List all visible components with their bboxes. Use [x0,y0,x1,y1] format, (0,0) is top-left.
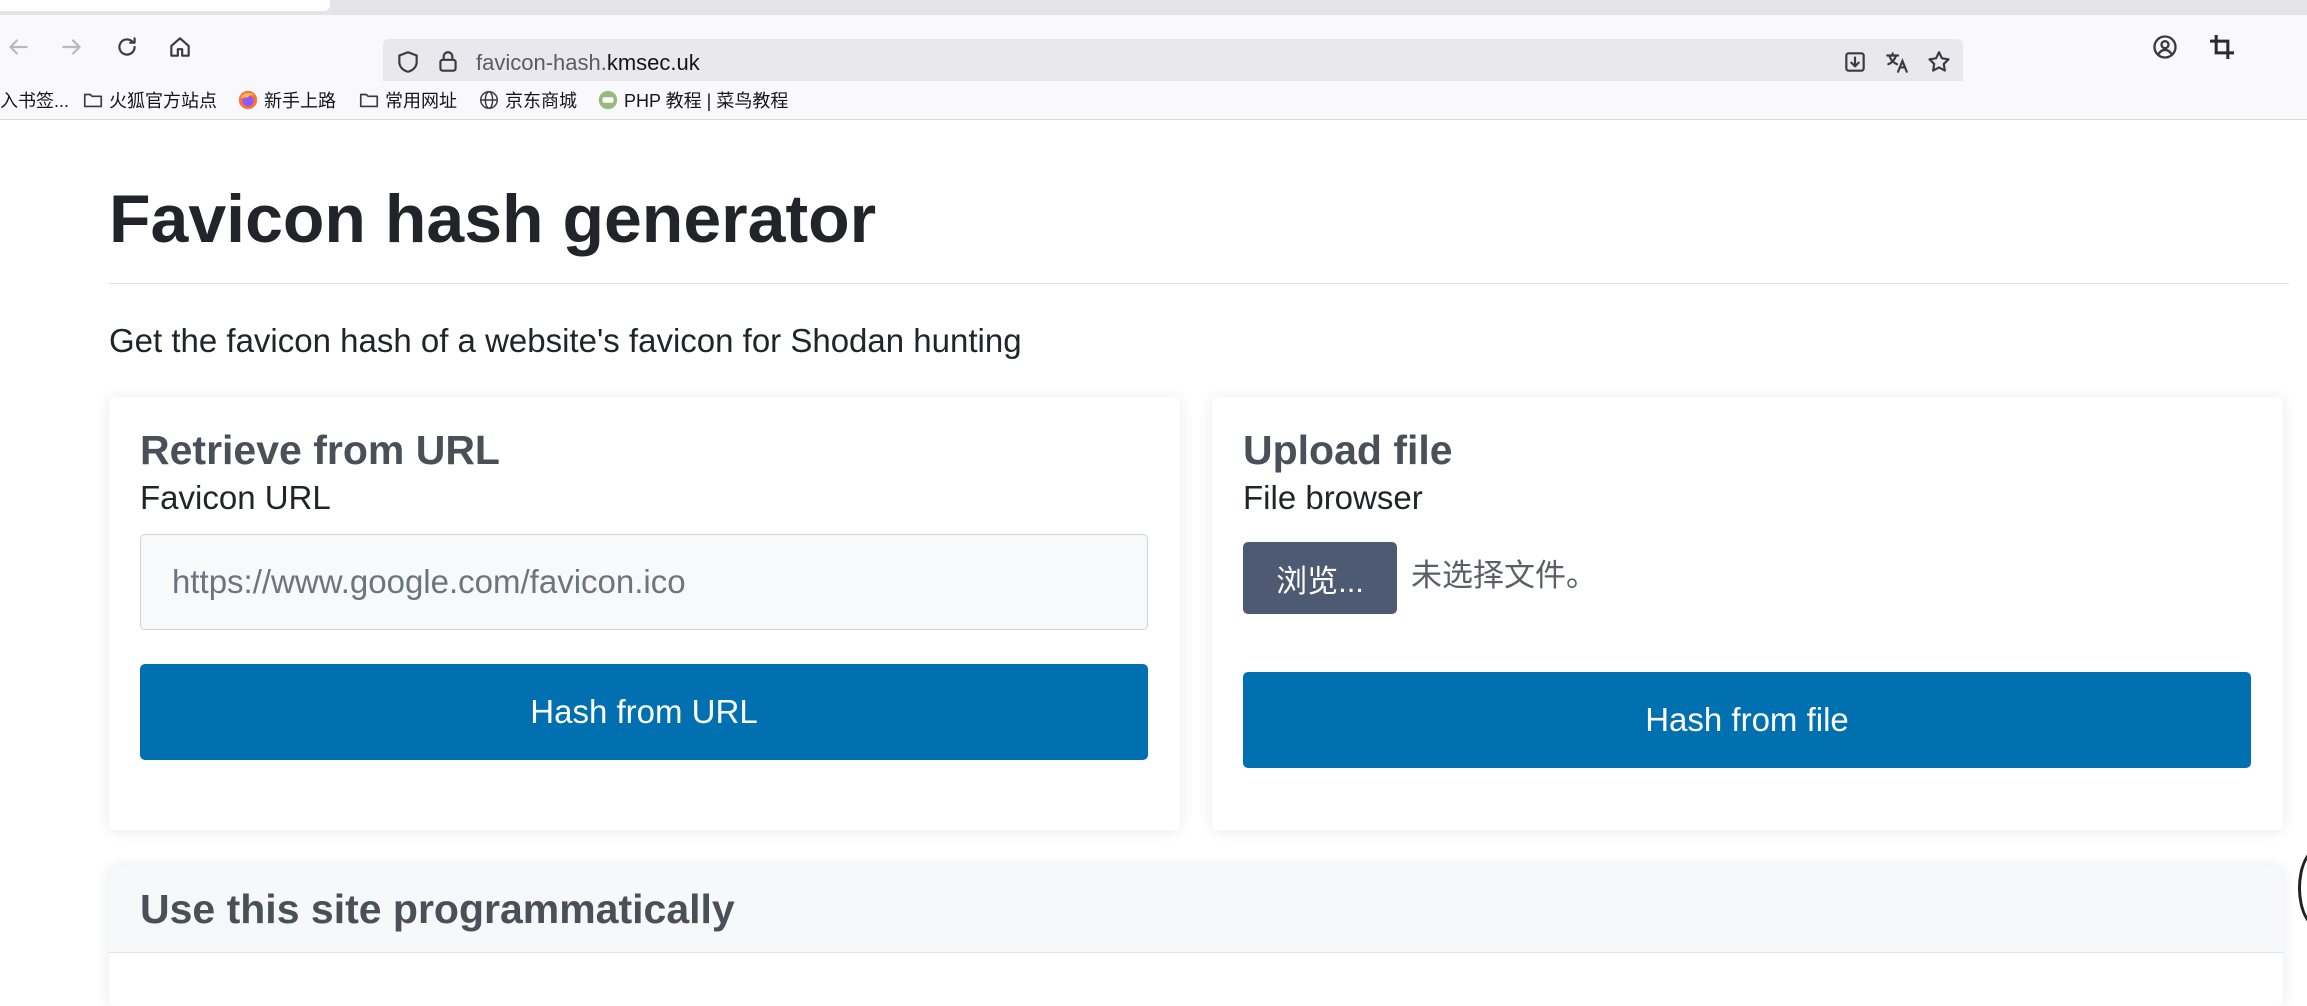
lock-icon[interactable] [435,49,461,75]
home-icon [170,37,190,57]
save-to-device-icon[interactable] [1842,49,1868,75]
title-divider [109,283,2289,284]
file-browser-label: File browser [1243,479,1423,516]
forward-arrow-icon [62,39,81,55]
page-lead: Get the favicon hash of a website's favi… [109,322,1022,359]
bookmark-label: 常用网址 [385,91,457,111]
bookmark-common-sites[interactable]: 常用网址 [358,87,457,113]
bookmark-label: 入书签... [0,91,70,111]
hash-from-url-button[interactable]: Hash from URL [140,664,1148,760]
bookmark-jd[interactable]: 京东商城 [478,87,577,113]
url-bar[interactable]: favicon-hash.kmsec.uk [383,39,1963,85]
tracking-shield-icon[interactable] [395,49,421,75]
bookmark-label: 新手上路 [264,91,336,111]
reload-icon [118,37,136,56]
url-text[interactable]: favicon-hash.kmsec.uk [476,50,700,76]
tab-strip [0,0,2307,15]
folder-icon [359,93,379,108]
forward-button[interactable] [56,31,88,63]
bookmark-getting-started[interactable]: 新手上路 [237,87,336,113]
navigation-toolbar: favicon-hash.kmsec.uk [0,15,2307,85]
floating-widget[interactable] [2298,848,2307,928]
back-button[interactable] [2,31,34,63]
globe-icon [480,91,498,109]
hash-from-file-button[interactable]: Hash from file [1243,672,2251,768]
bookmark-firefox-official[interactable]: 火狐官方站点 [82,87,217,113]
programmatic-title: Use this site programmatically [140,886,735,932]
back-arrow-icon [9,39,28,55]
url-prefix: favicon-hash. [476,50,607,75]
file-card-title: Upload file [1243,427,1453,473]
programmatic-card-header: Use this site programmatically [109,866,2283,953]
reload-button[interactable] [111,31,143,63]
account-icon[interactable] [2151,33,2179,61]
bookmark-runoob-php[interactable]: PHP 教程 | 菜鸟教程 [597,87,788,113]
favicon-url-input[interactable] [140,534,1148,630]
url-card-title: Retrieve from URL [140,427,500,473]
file-status-text: 未选择文件。 [1411,558,1597,593]
active-tab[interactable] [0,0,330,11]
bookmark-import[interactable]: 入书签... [0,87,69,113]
firefox-icon [238,90,258,110]
bookmark-label: PHP 教程 | 菜鸟教程 [624,91,789,111]
browse-button[interactable]: 浏览... [1243,542,1397,614]
bookmark-label: 火狐官方站点 [109,91,217,111]
runoob-icon [598,90,618,110]
home-button[interactable] [164,31,196,63]
page-title: Favicon hash generator [109,181,877,257]
folder-icon [83,93,103,108]
bookmark-label: 京东商城 [505,91,577,111]
screenshot-crop-icon[interactable] [2208,33,2236,61]
translate-icon[interactable] [1884,49,1910,75]
bookmark-star-icon[interactable] [1926,49,1952,75]
url-host: kmsec.uk [606,50,700,75]
bookmarks-toolbar: 入书签... 火狐官方站点 新手上路 常用网址 京东商城 PHP 教程 | 菜鸟… [0,81,2307,120]
favicon-url-label: Favicon URL [140,479,331,516]
